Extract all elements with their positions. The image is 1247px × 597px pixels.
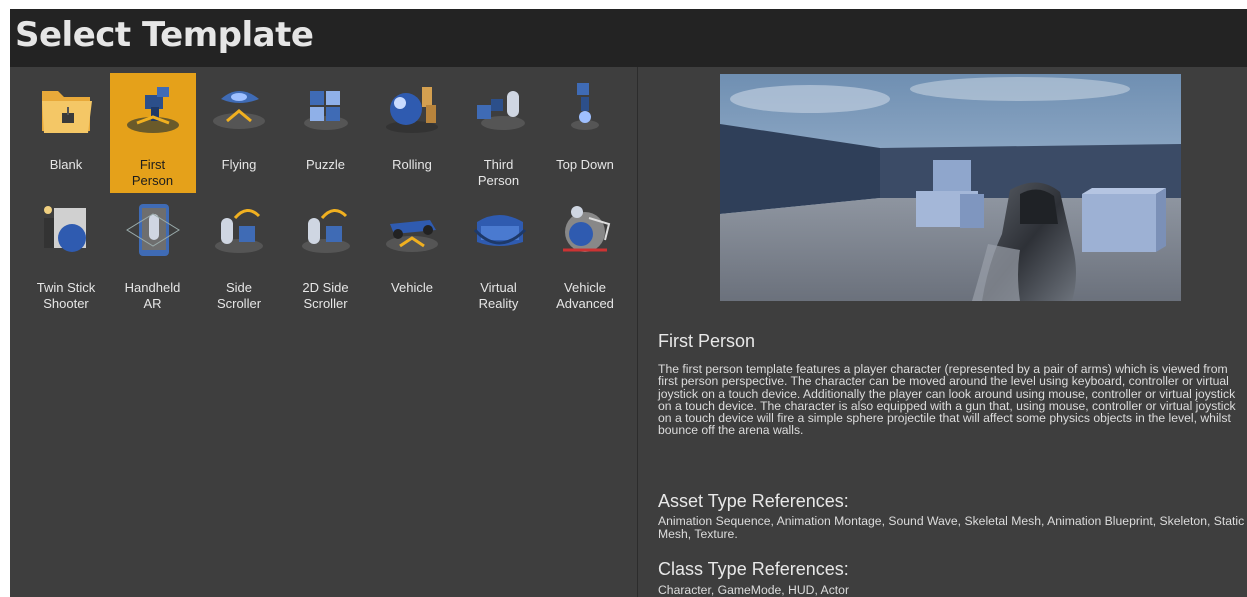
twin-stick-icon <box>36 200 96 262</box>
template-label: Vehicle <box>391 280 433 295</box>
handheld-ar-icon <box>123 200 183 262</box>
template-preview-image <box>720 74 1181 301</box>
template-tile[interactable]: Third Person <box>456 73 542 193</box>
template-tile[interactable]: Twin Stick Shooter <box>23 196 109 316</box>
first-person-icon <box>123 77 183 139</box>
template-label: First Person <box>131 157 174 188</box>
template-tile[interactable]: Side Scroller <box>196 196 282 316</box>
class-refs-list: Character, GameMode, HUD, Actor <box>658 583 850 597</box>
template-tile[interactable]: Virtual Reality <box>456 196 542 316</box>
vr-headset-icon <box>469 200 529 262</box>
template-label: Top Down <box>556 157 614 172</box>
rolling-icon <box>382 77 442 139</box>
folder-icon <box>36 77 96 139</box>
template-name: First Person <box>658 331 756 351</box>
template-dialog: Select Template Blank First Person Flying P… <box>10 9 1247 597</box>
template-label: Rolling <box>392 157 432 172</box>
template-label: Twin Stick Shooter <box>36 280 96 311</box>
template-label: Vehicle Advanced <box>556 280 614 311</box>
template-label: Handheld AR <box>124 280 181 311</box>
template-label: 2D Side Scroller <box>302 280 349 311</box>
top-down-icon <box>555 77 615 139</box>
template-label: Side Scroller <box>216 280 262 311</box>
vehicle-icon <box>382 200 442 262</box>
template-label: Third Person <box>477 157 520 188</box>
template-label: Blank <box>49 157 83 172</box>
template-label: Flying <box>221 157 257 172</box>
puzzle-icon <box>296 77 356 139</box>
template-tile[interactable]: Top Down <box>542 73 628 193</box>
template-description: The first person template features a pla… <box>658 362 1236 438</box>
template-details-panel: First Person The first person template f… <box>638 67 1247 597</box>
2d-side-scroller-icon <box>296 200 356 262</box>
class-refs-heading: Class Type References: <box>658 559 849 579</box>
template-tile[interactable]: Vehicle Advanced <box>542 196 628 316</box>
template-tile[interactable]: Flying <box>196 73 282 193</box>
dialog-title: Select Template <box>15 15 314 55</box>
title-bar: Select Template <box>10 9 1247 67</box>
template-grid: Blank First Person Flying Puzzle Rolling Thir… <box>10 67 637 597</box>
asset-refs-heading: Asset Type References: <box>658 491 849 511</box>
third-person-icon <box>469 77 529 139</box>
template-tile[interactable]: First Person <box>109 73 196 193</box>
preview-scene <box>720 74 1181 301</box>
template-tile[interactable]: Handheld AR <box>110 196 196 316</box>
flying-icon <box>209 77 269 139</box>
template-tile[interactable]: 2D Side Scroller <box>283 196 369 316</box>
side-scroller-icon <box>209 200 269 262</box>
template-tile[interactable]: Puzzle <box>283 73 369 193</box>
vehicle-advanced-icon <box>555 200 615 262</box>
template-label: Puzzle <box>305 157 346 172</box>
template-label: Virtual Reality <box>478 280 519 311</box>
template-tile[interactable]: Vehicle <box>369 196 455 316</box>
template-tile[interactable]: Blank <box>23 73 109 193</box>
template-tile[interactable]: Rolling <box>369 73 455 193</box>
asset-refs-list: Animation Sequence, Animation Montage, S… <box>658 514 1245 541</box>
